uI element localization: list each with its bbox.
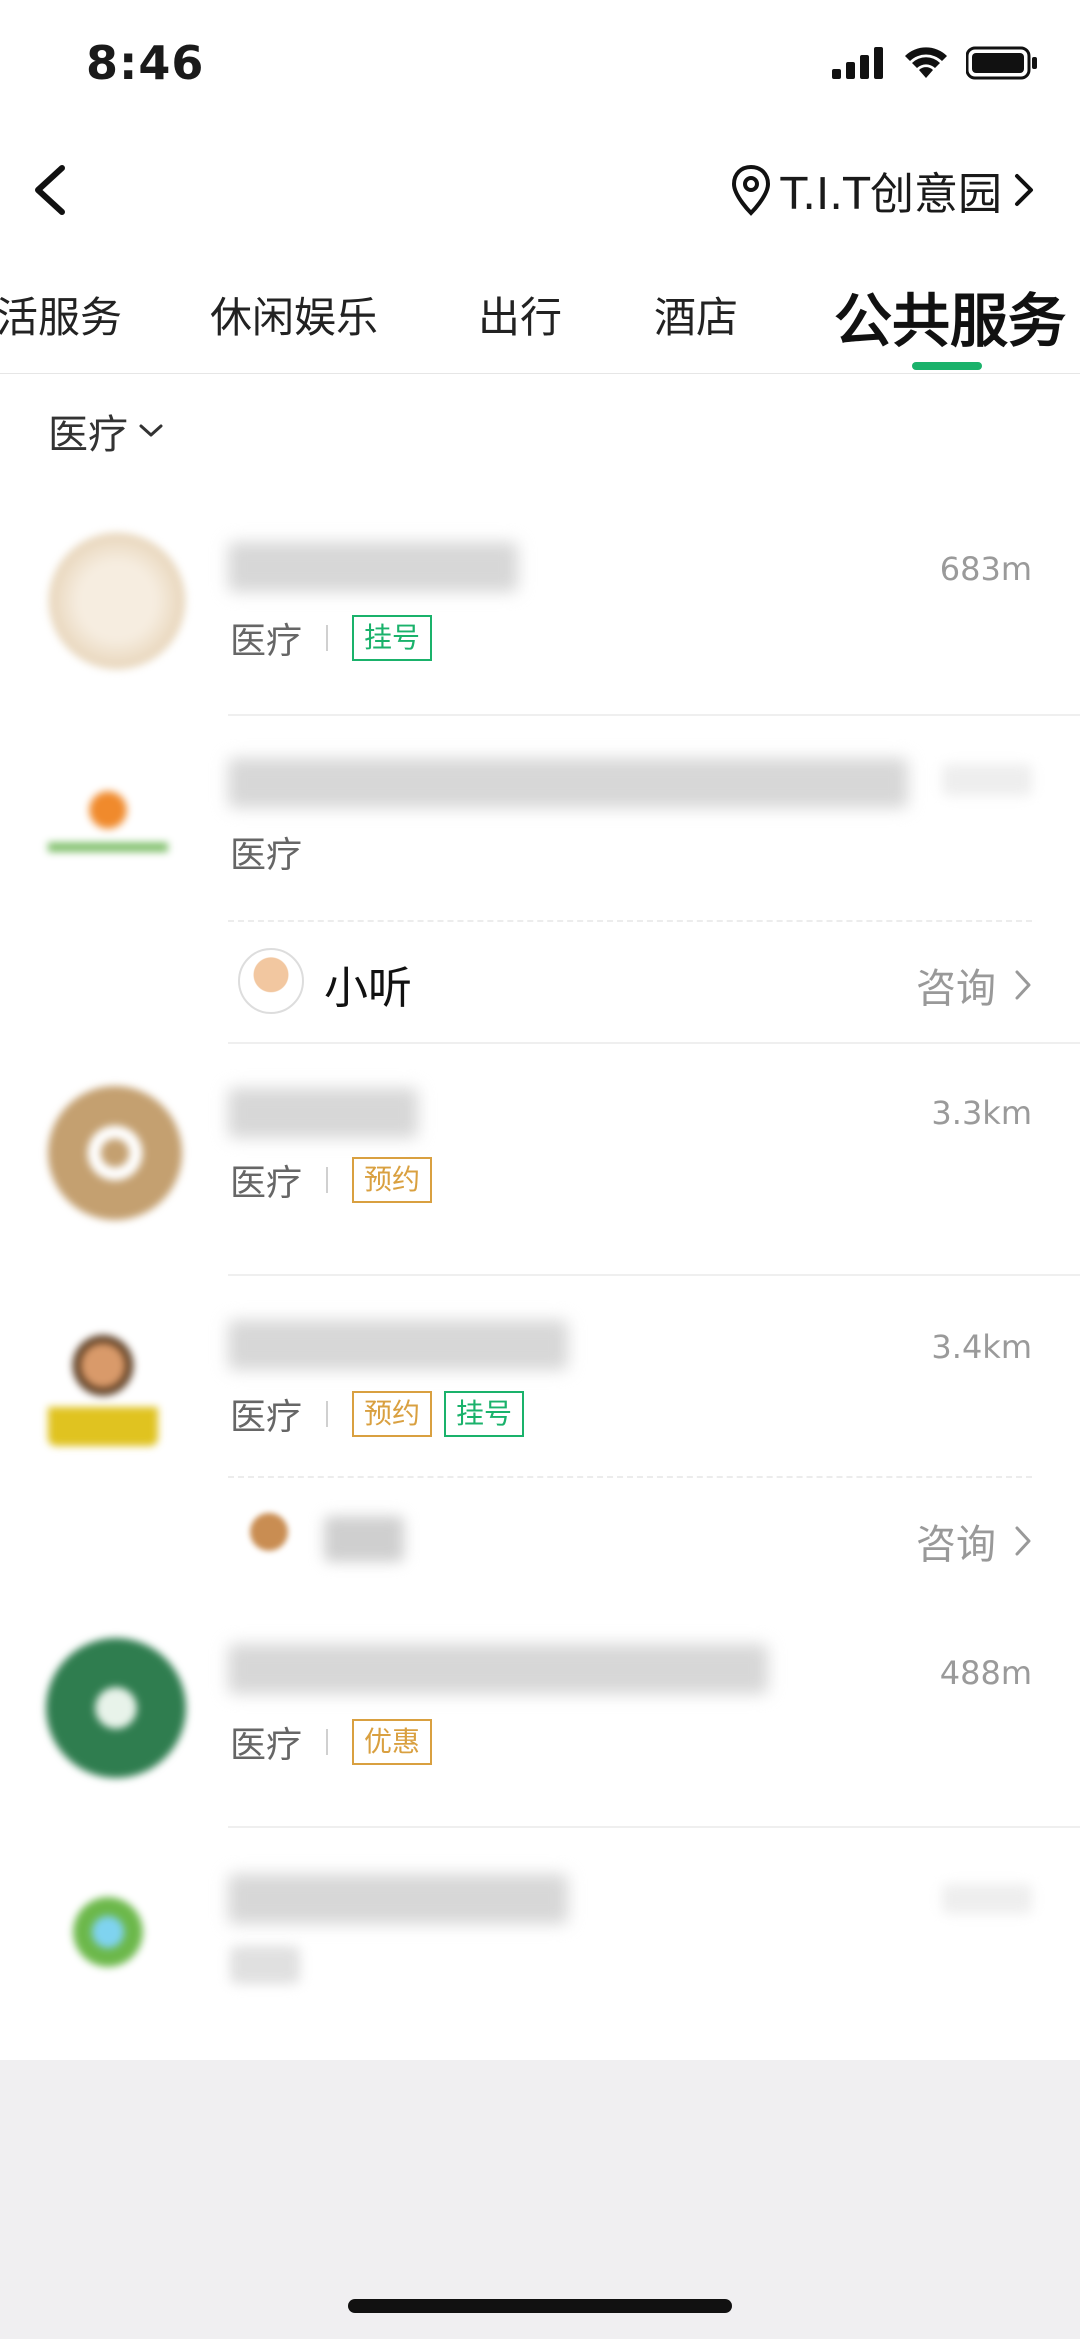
customer-service-row[interactable]: 小听 咨询 bbox=[228, 922, 1080, 1042]
service-avatar bbox=[238, 948, 304, 1014]
consult-button[interactable]: 咨询 bbox=[916, 1512, 1032, 1570]
list-item[interactable]: 3.3km 医疗 预约 bbox=[0, 1044, 1080, 1274]
separator bbox=[326, 625, 329, 651]
tag-badge: 挂号 bbox=[444, 1391, 525, 1437]
place-distance-blurred bbox=[942, 1884, 1032, 1914]
status-icons bbox=[832, 46, 1038, 80]
place-logo bbox=[46, 1638, 186, 1778]
place-logo bbox=[48, 768, 168, 888]
place-logo bbox=[48, 532, 186, 670]
separator bbox=[326, 1167, 329, 1193]
filter-label: 医疗 bbox=[48, 412, 128, 458]
tab-leisure[interactable]: 休闲娱乐 bbox=[210, 284, 378, 345]
list-item[interactable]: 683m 医疗 挂号 bbox=[0, 500, 1080, 714]
home-indicator[interactable] bbox=[348, 2299, 732, 2313]
place-category: 医疗 bbox=[230, 621, 303, 662]
place-distance: 3.3km bbox=[931, 1094, 1032, 1132]
place-meta: 医疗 预约 挂号 bbox=[230, 1388, 536, 1440]
list-item[interactable]: 医疗 bbox=[0, 716, 1080, 942]
service-avatar bbox=[238, 1504, 300, 1566]
chevron-right-icon bbox=[1015, 1526, 1031, 1556]
place-logo bbox=[48, 1086, 182, 1220]
tag-badge: 预约 bbox=[352, 1391, 433, 1437]
place-category: 医疗 bbox=[230, 1725, 303, 1766]
place-name-blurred bbox=[228, 758, 908, 808]
place-meta: 医疗 预约 bbox=[230, 1154, 444, 1206]
place-meta: 医疗 挂号 bbox=[230, 612, 444, 664]
place-name-blurred bbox=[228, 1644, 768, 1694]
place-meta: 医疗 bbox=[230, 826, 302, 878]
filter-dropdown[interactable]: 医疗 bbox=[48, 402, 164, 460]
list-item[interactable]: 488m 医疗 优惠 bbox=[0, 1600, 1080, 1826]
tab-public-services[interactable]: 公共服务 bbox=[834, 274, 1066, 358]
service-name-blurred bbox=[324, 1516, 404, 1562]
place-name-blurred bbox=[228, 1874, 568, 1924]
cellular-signal-icon bbox=[832, 47, 883, 79]
tab-travel[interactable]: 出行 bbox=[478, 284, 562, 345]
place-category-blurred bbox=[230, 1946, 300, 1984]
chevron-down-icon bbox=[139, 424, 163, 437]
place-meta: 医疗 优惠 bbox=[230, 1716, 444, 1768]
place-category: 医疗 bbox=[230, 1397, 303, 1438]
status-time: 8:46 bbox=[86, 36, 205, 90]
chevron-left-icon bbox=[35, 165, 65, 215]
consult-label: 咨询 bbox=[916, 1522, 996, 1568]
separator bbox=[326, 1729, 329, 1755]
tag-badge: 优惠 bbox=[352, 1719, 433, 1765]
place-distance: 3.4km bbox=[931, 1328, 1032, 1366]
place-category: 医疗 bbox=[230, 1163, 303, 1204]
tag-badge: 挂号 bbox=[352, 615, 433, 661]
battery-icon bbox=[966, 46, 1037, 80]
tab-life-services[interactable]: 活服务 bbox=[0, 284, 122, 345]
bottom-empty-area bbox=[0, 2060, 1080, 2339]
place-distance: 488m bbox=[939, 1654, 1032, 1692]
place-name-blurred bbox=[228, 1320, 568, 1370]
tag-badge: 预约 bbox=[352, 1157, 433, 1203]
location-label: T.I.T创意园 bbox=[780, 169, 1002, 220]
list-item[interactable] bbox=[0, 1828, 1080, 2060]
consult-button[interactable]: 咨询 bbox=[916, 956, 1032, 1014]
nav-bar: T.I.T创意园 bbox=[0, 140, 1080, 240]
place-logo bbox=[48, 1872, 168, 1992]
place-distance: 683m bbox=[939, 550, 1032, 588]
location-pin-icon bbox=[731, 164, 770, 216]
category-tabs: 活服务 休闲娱乐 出行 酒店 公共服务 bbox=[0, 258, 1080, 374]
service-name: 小听 bbox=[324, 963, 412, 1014]
separator bbox=[326, 1401, 329, 1427]
place-name-blurred bbox=[228, 542, 518, 592]
tab-hotel[interactable]: 酒店 bbox=[654, 284, 738, 345]
customer-service-row[interactable]: 咨询 bbox=[228, 1478, 1080, 1598]
back-button[interactable] bbox=[24, 160, 84, 220]
list-item[interactable]: 3.4km 医疗 预约 挂号 bbox=[0, 1276, 1080, 1496]
consult-label: 咨询 bbox=[916, 966, 996, 1012]
active-tab-indicator bbox=[912, 362, 982, 370]
chevron-right-icon bbox=[1015, 970, 1031, 1000]
place-distance-blurred bbox=[942, 764, 1032, 796]
wifi-icon bbox=[905, 47, 947, 78]
place-name-blurred bbox=[228, 1088, 418, 1138]
chevron-right-icon bbox=[1015, 174, 1033, 206]
place-logo bbox=[48, 1316, 158, 1446]
place-category: 医疗 bbox=[230, 835, 303, 876]
location-selector[interactable]: T.I.T创意园 bbox=[731, 158, 1036, 222]
status-bar: 8:46 bbox=[0, 0, 1080, 130]
